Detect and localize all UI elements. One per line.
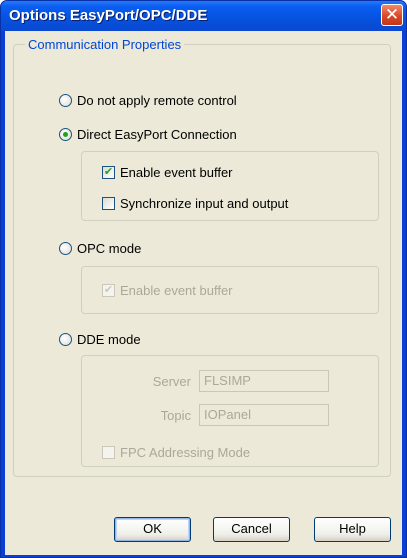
check-icon: ✔ bbox=[102, 166, 115, 179]
dialog-title: Options EasyPort/OPC/DDE bbox=[9, 7, 208, 24]
topic-label: Topic bbox=[160, 408, 191, 423]
check-icon: ✔ bbox=[102, 284, 115, 297]
ok-button[interactable]: OK bbox=[114, 517, 191, 542]
checkbox-label: Synchronize input and output bbox=[120, 196, 289, 211]
radio-label: DDE mode bbox=[77, 332, 141, 347]
options-dialog: Options EasyPort/OPC/DDE ✕ Communication… bbox=[0, 0, 407, 558]
radio-direct-easyport[interactable]: Direct EasyPort Connection bbox=[59, 127, 237, 142]
server-label: Server bbox=[152, 374, 191, 389]
radio-label: Direct EasyPort Connection bbox=[77, 127, 237, 142]
topic-field[interactable]: IOPanel bbox=[199, 404, 329, 426]
checkbox-indicator bbox=[102, 446, 115, 459]
checkbox-label: Enable event buffer bbox=[120, 283, 233, 298]
close-icon: ✕ bbox=[384, 5, 400, 24]
radio-opc-mode[interactable]: OPC mode bbox=[59, 241, 141, 256]
title-bar[interactable]: Options EasyPort/OPC/DDE ✕ bbox=[1, 1, 406, 31]
radio-indicator bbox=[59, 94, 72, 107]
radio-dde-mode[interactable]: DDE mode bbox=[59, 332, 141, 347]
radio-label: OPC mode bbox=[77, 241, 142, 256]
radio-indicator bbox=[59, 242, 72, 255]
group-title: Communication Properties bbox=[25, 37, 185, 52]
checkbox-synchronize-io[interactable]: Synchronize input and output bbox=[102, 196, 288, 211]
checkbox-label: Enable event buffer bbox=[120, 165, 233, 180]
checkbox-indicator bbox=[102, 197, 115, 210]
checkbox-fpc-addressing[interactable]: FPC Addressing Mode bbox=[102, 445, 250, 460]
radio-indicator-selected bbox=[59, 128, 72, 141]
checkbox-opc-event-buffer[interactable]: ✔ Enable event buffer bbox=[102, 283, 233, 298]
radio-label: Do not apply remote control bbox=[77, 93, 237, 108]
checkbox-label: FPC Addressing Mode bbox=[120, 445, 251, 460]
radio-indicator bbox=[59, 333, 72, 346]
close-button[interactable]: ✕ bbox=[381, 4, 403, 26]
radio-no-remote-control[interactable]: Do not apply remote control bbox=[59, 93, 237, 108]
server-field[interactable]: FLSIMP bbox=[199, 370, 329, 392]
help-button[interactable]: Help bbox=[314, 517, 391, 542]
checkbox-easyport-event-buffer[interactable]: ✔ Enable event buffer bbox=[102, 165, 233, 180]
cancel-button[interactable]: Cancel bbox=[213, 517, 290, 542]
